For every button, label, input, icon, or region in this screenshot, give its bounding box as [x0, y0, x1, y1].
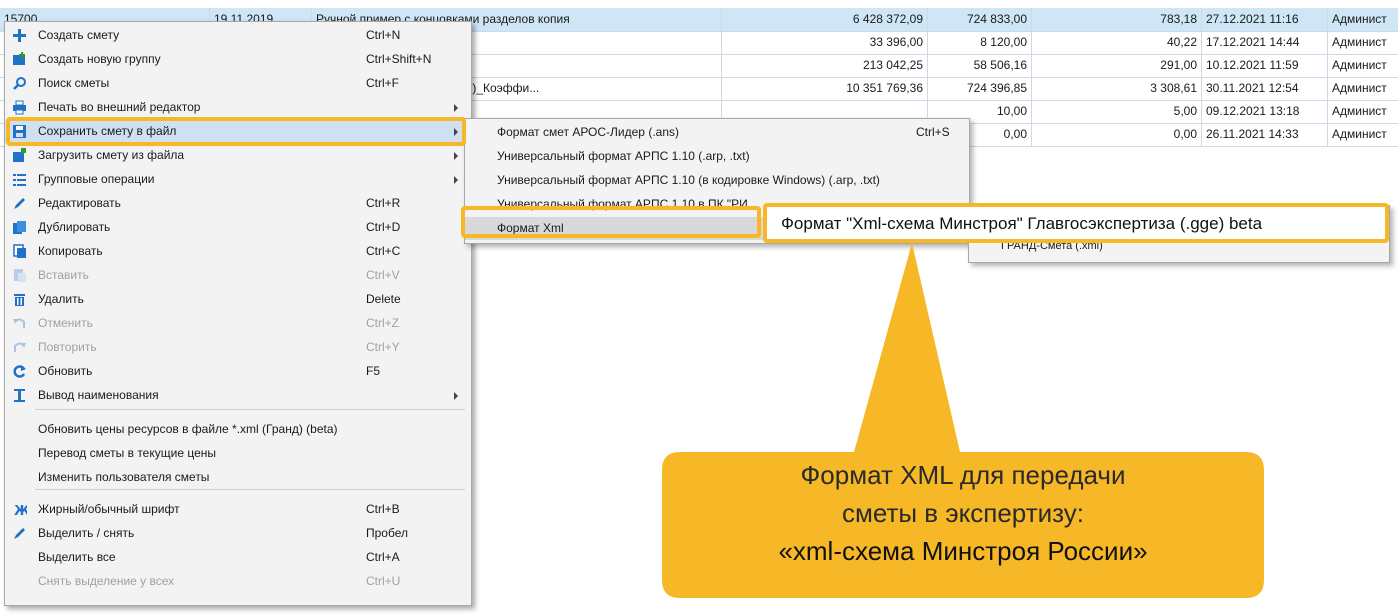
callout-text: Формат XML для передачи сметы в эксперти…	[662, 456, 1264, 570]
callout-line-1: Формат XML для передачи	[800, 460, 1126, 490]
callout-line-2: сметы в экспертизу:	[842, 498, 1084, 528]
callout-line-3: «xml-схема Минстроя России»	[778, 536, 1148, 566]
